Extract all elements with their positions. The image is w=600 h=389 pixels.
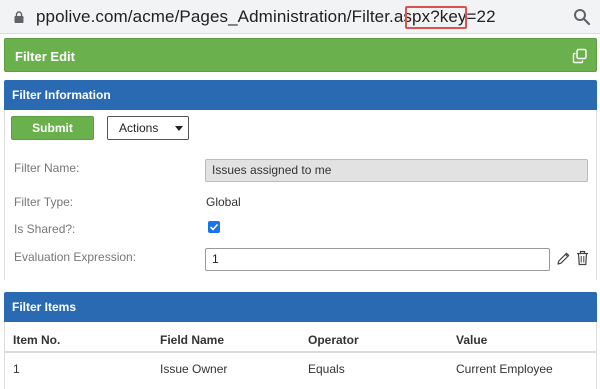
table-cell-field-name: Issue Owner: [160, 362, 228, 376]
trash-icon[interactable]: [576, 250, 589, 266]
filter-information-title: Filter Information: [12, 88, 111, 102]
table-cell-value: Current Employee: [456, 362, 553, 376]
actions-dropdown-button[interactable]: Actions: [107, 116, 189, 140]
column-header-field-name[interactable]: Field Name: [160, 333, 224, 347]
pencil-icon[interactable]: [556, 251, 571, 266]
copy-icon[interactable]: [572, 48, 588, 64]
is-shared-label: Is Shared?:: [14, 222, 76, 236]
checkmark-icon: [209, 223, 219, 231]
filter-items-body: [4, 322, 597, 389]
evaluation-expression-label: Evaluation Expression:: [14, 250, 137, 264]
filter-type-value: Global: [206, 195, 241, 209]
caret-down-icon: [175, 126, 183, 131]
filter-name-label: Filter Name:: [14, 161, 80, 175]
lock-icon: [14, 11, 24, 23]
url-key-highlight: [405, 6, 467, 29]
page-title: Filter Edit: [15, 49, 75, 64]
filter-type-label: Filter Type:: [14, 195, 74, 209]
filter-items-header: Filter Items: [4, 292, 597, 322]
table-header-divider: [5, 351, 596, 353]
zoom-icon[interactable]: [573, 8, 591, 26]
is-shared-checkbox[interactable]: [208, 221, 220, 233]
submit-button[interactable]: Submit: [11, 116, 94, 140]
table-cell-operator: Equals: [308, 362, 345, 376]
browser-address-bar[interactable]: ppolive.com/acme/Pages_Administration/Fi…: [0, 0, 600, 34]
actions-label: Actions: [119, 121, 159, 135]
column-header-operator[interactable]: Operator: [308, 333, 359, 347]
filter-name-input[interactable]: Issues assigned to me: [205, 159, 588, 182]
filter-items-title: Filter Items: [12, 300, 77, 314]
column-header-item-no[interactable]: Item No.: [13, 333, 60, 347]
table-cell-item-no: 1: [13, 362, 20, 376]
filter-information-header: Filter Information: [4, 80, 597, 110]
evaluation-expression-input[interactable]: 1: [205, 248, 550, 271]
filter-edit-header: Filter Edit: [4, 38, 597, 72]
column-header-value[interactable]: Value: [456, 333, 487, 347]
